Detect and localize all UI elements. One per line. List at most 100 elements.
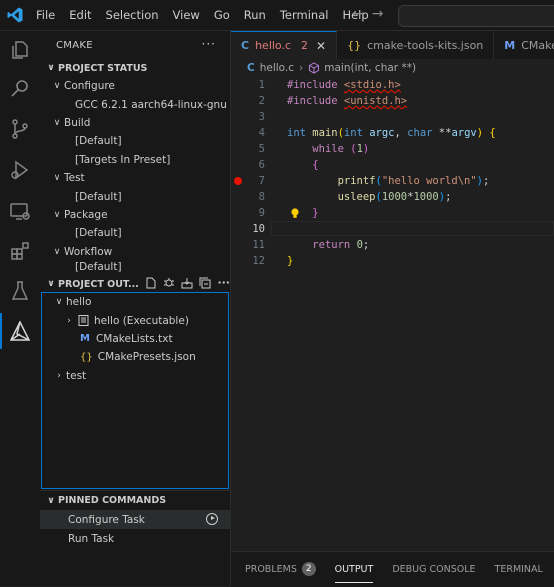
source-control-icon[interactable]: [8, 117, 32, 141]
sidebar-title: CMAKE: [56, 39, 93, 51]
line-number: 11: [252, 239, 265, 251]
outline-target-hello[interactable]: › hello (Executable): [42, 311, 228, 329]
problem-count-badge: 2: [301, 39, 309, 52]
project-status-header[interactable]: ∨ PROJECT STATUS: [40, 59, 230, 77]
menu-edit[interactable]: Edit: [62, 8, 98, 22]
c-file-icon: C: [247, 62, 255, 74]
status-build-targets[interactable]: [Targets In Preset]: [40, 151, 230, 169]
line-number: 10: [252, 223, 265, 235]
status-build-label: Build: [64, 116, 91, 129]
tab-output[interactable]: OUTPUT: [334, 564, 373, 583]
build-icon[interactable]: [181, 277, 193, 289]
line-number: 5: [258, 143, 265, 155]
outline-toolbar: ···: [145, 277, 230, 289]
status-workflow-default[interactable]: [Default]: [40, 261, 230, 273]
status-configure-kit[interactable]: GCC 6.2.1 aarch64-linux-gnu: [40, 95, 230, 113]
close-icon[interactable]: ✕: [316, 39, 326, 53]
extensions-icon[interactable]: [8, 239, 32, 263]
tab-problems[interactable]: PROBLEMS 2: [245, 562, 316, 576]
remote-explorer-icon[interactable]: [8, 199, 32, 223]
tab-terminal[interactable]: TERMINAL: [495, 564, 543, 575]
status-configure[interactable]: ∨ Configure: [40, 77, 230, 95]
status-workflow[interactable]: ∨ Workflow: [40, 243, 230, 261]
back-arrow-icon[interactable]: ←: [352, 6, 364, 22]
forward-arrow-icon[interactable]: →: [372, 6, 384, 22]
collapse-all-icon[interactable]: [199, 277, 211, 289]
explorer-icon[interactable]: [8, 38, 32, 62]
json-file-icon: {}: [80, 351, 93, 363]
tab-hello-c[interactable]: C hello.c 2 ✕: [231, 31, 338, 59]
menu-view[interactable]: View: [166, 8, 207, 22]
chevron-down-icon: ∨: [47, 63, 55, 73]
run-command-icon[interactable]: [206, 513, 218, 525]
line-number: 3: [258, 111, 265, 123]
chevron-down-icon: ∨: [53, 117, 61, 128]
line-number: 6: [258, 159, 265, 171]
status-package[interactable]: ∨ Package: [40, 206, 230, 224]
status-test[interactable]: ∨ Test: [40, 169, 230, 187]
status-test-default[interactable]: [Default]: [40, 187, 230, 205]
project-outline-header[interactable]: ∨ PROJECT OUT... ···: [40, 275, 234, 293]
cmake-file-icon: M: [504, 38, 516, 52]
menu-terminal[interactable]: Terminal: [273, 8, 336, 22]
more-actions-icon[interactable]: ···: [202, 37, 216, 51]
breadcrumb: C hello.c › main(int, char **): [231, 59, 554, 77]
outline-file-presets[interactable]: {} CMakePresets.json: [42, 348, 228, 366]
search-icon[interactable]: [8, 77, 32, 101]
menu-go[interactable]: Go: [207, 8, 237, 22]
tab-debug-console[interactable]: DEBUG CONSOLE: [392, 564, 475, 575]
panel-tabs: PROBLEMS 2 OUTPUT DEBUG CONSOLE TERMINAL …: [231, 552, 554, 586]
project-outline-tree: ∨ hello › hello (Executable) M CMakeList…: [41, 292, 229, 489]
tab-cmake-tools-kits[interactable]: {} cmake-tools-kits.json: [337, 31, 495, 59]
outline-project-hello[interactable]: ∨ hello: [42, 293, 228, 311]
tab-label: CMakeLi: [521, 38, 554, 52]
command-center-search[interactable]: [398, 5, 554, 27]
line-number: 1: [258, 79, 265, 91]
status-package-label: Package: [64, 208, 108, 221]
cmake-icon[interactable]: [8, 319, 32, 343]
chevron-right-icon: ›: [67, 315, 71, 326]
status-build[interactable]: ∨ Build: [40, 114, 230, 132]
chevron-right-icon: ›: [299, 62, 304, 74]
activity-bar: [0, 31, 41, 586]
method-icon: [309, 62, 320, 74]
status-test-label: Test: [64, 172, 85, 185]
menu-run[interactable]: Run: [237, 8, 273, 22]
outline-project-label: hello: [66, 296, 92, 309]
status-build-default[interactable]: [Default]: [40, 132, 230, 150]
testing-flask-icon[interactable]: [8, 279, 32, 303]
chevron-right-icon: ›: [57, 370, 61, 381]
status-workflow-label: Workflow: [64, 245, 113, 258]
code-line: while (1): [312, 143, 370, 155]
code-line: #include <unistd.h>: [287, 95, 408, 107]
cmake-file-icon: M: [80, 333, 90, 345]
sidebar-header: CMAKE ···: [40, 31, 230, 59]
code-editor[interactable]: 1 #include <stdio.h> 2 #include <unistd.h>…: [231, 77, 554, 547]
line-number: 12: [252, 255, 265, 267]
status-package-default[interactable]: [Default]: [40, 224, 230, 242]
line-number: 4: [258, 127, 265, 139]
breadcrumb-symbol[interactable]: main(int, char **): [324, 62, 416, 74]
outline-folder-test[interactable]: › test: [42, 367, 228, 385]
menu-selection[interactable]: Selection: [99, 8, 166, 22]
vscode-logo-icon[interactable]: [6, 6, 24, 24]
pinned-run-task[interactable]: Run Task: [40, 529, 230, 548]
run-debug-icon[interactable]: [8, 158, 32, 182]
pinned-configure-task[interactable]: Configure Task: [40, 510, 230, 529]
outline-file-cmakelists[interactable]: M CMakeLists.txt: [42, 330, 228, 348]
tab-cmakelists[interactable]: M CMakeLi: [494, 31, 554, 59]
title-bar: File Edit Selection View Go Run Terminal…: [0, 0, 554, 31]
pinned-commands-header[interactable]: ∨ PINNED COMMANDS: [40, 491, 230, 510]
chevron-down-icon: ∨: [47, 279, 55, 289]
new-file-icon[interactable]: [145, 277, 157, 289]
debug-icon[interactable]: [163, 277, 175, 289]
breadcrumb-file[interactable]: hello.c: [260, 62, 294, 74]
menu-file[interactable]: File: [29, 8, 62, 22]
c-file-icon: C: [241, 39, 250, 52]
more-actions-icon[interactable]: ···: [217, 277, 230, 289]
tab-label: hello.c: [255, 39, 292, 52]
nav-arrows: ← →: [352, 6, 383, 22]
pinned-item-label: Run Task: [68, 532, 115, 545]
active-view-indicator: [0, 313, 2, 349]
code-line: }: [312, 207, 319, 219]
